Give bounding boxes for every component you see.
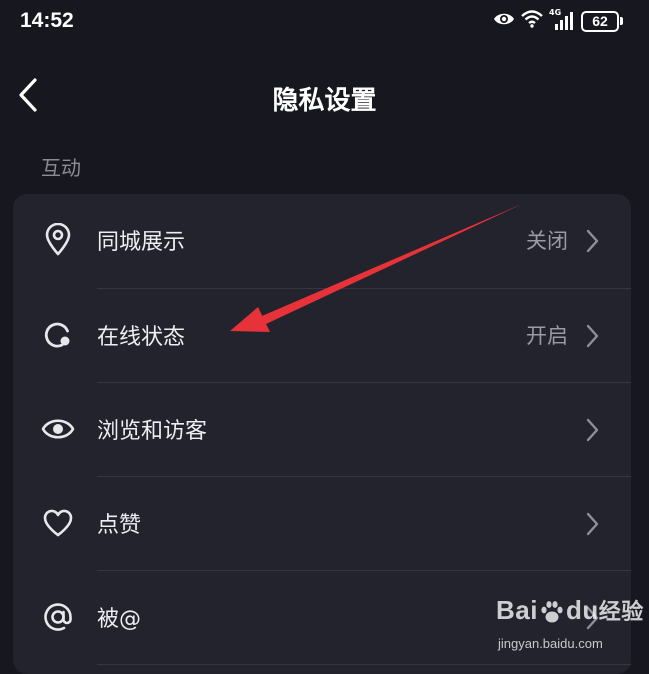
list-item-label: 浏览和访客 bbox=[97, 419, 208, 444]
page-title: 隐私设置 bbox=[272, 86, 377, 116]
watermark: Bai du经验 jingyan.baidu.com bbox=[496, 594, 646, 664]
chevron-right-icon bbox=[585, 511, 601, 537]
heart-icon bbox=[39, 504, 77, 542]
wifi-icon bbox=[521, 10, 543, 32]
status-time: 14:52 bbox=[20, 9, 74, 32]
list-item-likes[interactable]: 点赞 bbox=[13, 477, 631, 570]
list-item-label: 被@ bbox=[97, 607, 142, 632]
watermark-logo-bai: Bai bbox=[496, 595, 538, 625]
status-bar: 14:52 4G 62 bbox=[0, 0, 649, 44]
battery-icon: 62 bbox=[581, 10, 623, 32]
chevron-right-icon bbox=[585, 228, 601, 254]
paw-icon bbox=[541, 601, 563, 623]
at-sign-icon bbox=[39, 598, 77, 636]
chevron-right-icon bbox=[585, 323, 601, 349]
section-header: 互动 bbox=[41, 156, 81, 180]
list-item-label: 在线状态 bbox=[97, 325, 186, 350]
list-item-value: 关闭 bbox=[526, 229, 568, 253]
chevron-right-icon bbox=[585, 417, 601, 443]
watermark-logo-suffix: 经验 bbox=[598, 599, 644, 624]
eye-icon bbox=[493, 11, 515, 31]
battery-level: 62 bbox=[581, 10, 619, 32]
list-item-online-status[interactable]: 在线状态 开启 bbox=[13, 289, 631, 382]
list-item-label: 点赞 bbox=[97, 513, 142, 538]
watermark-logo: Bai du经验 bbox=[496, 594, 644, 626]
nav-bar: 隐私设置 bbox=[0, 64, 649, 130]
status-icons: 4G 62 bbox=[493, 8, 623, 32]
divider bbox=[97, 664, 631, 665]
list-item-browse-visitors[interactable]: 浏览和访客 bbox=[13, 383, 631, 476]
list-item-value: 开启 bbox=[526, 324, 568, 348]
battery-tip bbox=[620, 17, 623, 25]
list-item-city-display[interactable]: 同城展示 关闭 bbox=[13, 194, 631, 287]
watermark-url: jingyan.baidu.com bbox=[498, 636, 603, 651]
list-item-label: 同城展示 bbox=[97, 230, 186, 255]
online-status-icon bbox=[39, 316, 77, 354]
location-pin-icon bbox=[39, 221, 77, 259]
watermark-logo-du: du bbox=[565, 595, 599, 625]
signal-icon: 4G bbox=[549, 8, 575, 31]
eye-icon bbox=[39, 410, 77, 448]
